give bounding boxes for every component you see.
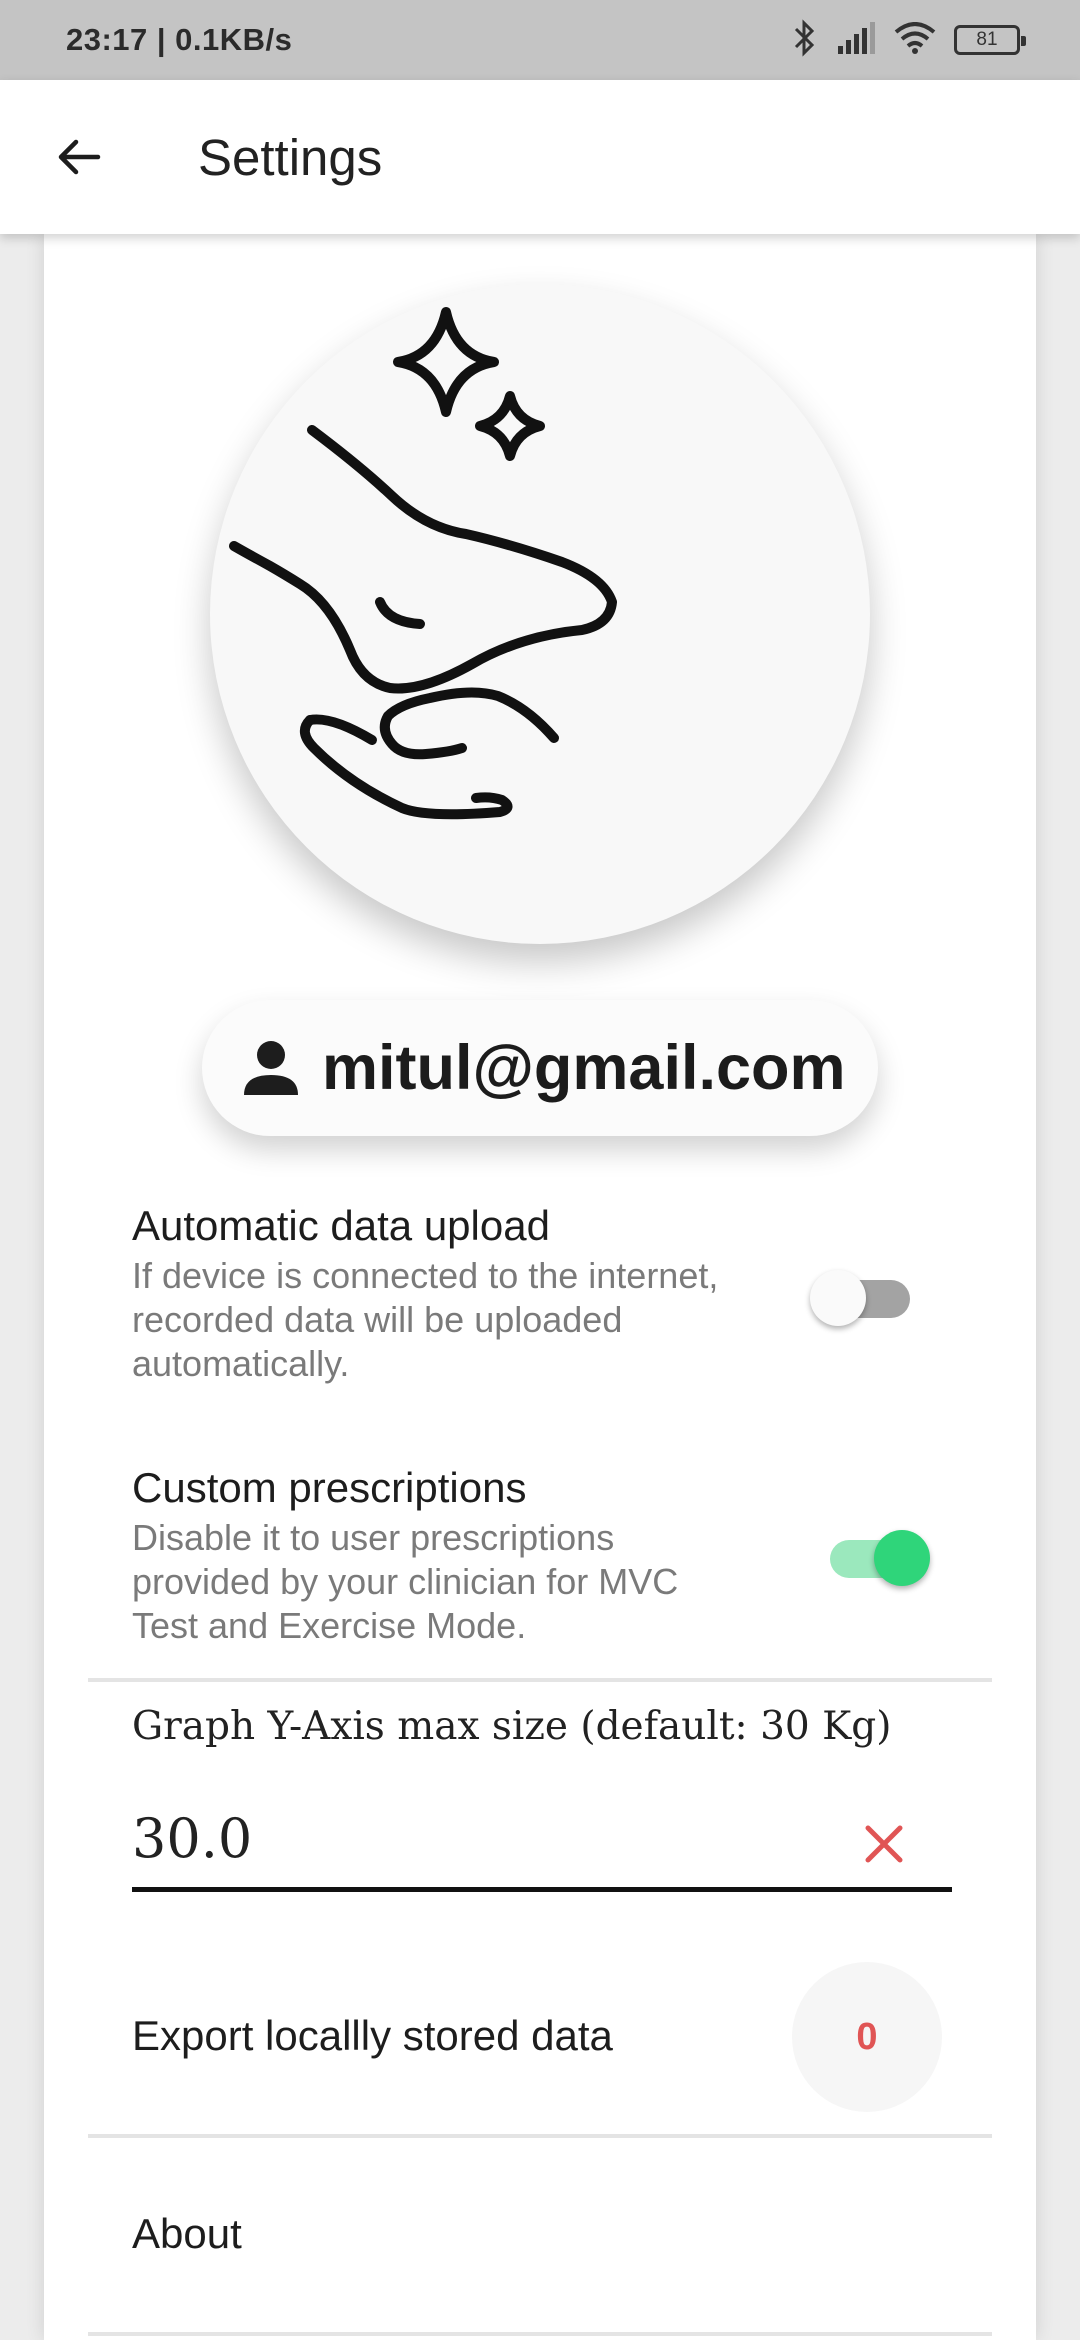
divider [88,2134,992,2138]
clear-button[interactable] [856,1816,912,1872]
bluetooth-icon [792,18,818,62]
settings-card: mitul@gmail.com Automatic data upload If… [44,234,1036,2340]
stored-count-badge: 0 [792,1962,942,2112]
setting-description: Disable it to user prescriptions provide… [132,1517,679,1646]
page-title: Settings [198,128,383,186]
graph-max-input[interactable] [132,1802,952,1892]
divider [88,2332,992,2336]
setting-title: Automatic data upload [132,1202,550,1249]
status-icons: 81 [792,18,1026,62]
person-icon [244,1041,298,1095]
battery-level: 81 [976,29,998,50]
app-logo [210,284,870,944]
about-row[interactable]: About [132,2210,242,2258]
setting-description: If device is connected to the internet, … [132,1255,719,1384]
user-email: mitul@gmail.com [322,1033,846,1103]
battery-icon: 81 [954,25,1026,55]
arrow-left-icon [58,139,101,175]
wifi-icon [894,21,936,59]
app-bar: Settings [0,80,1080,234]
account-chip: mitul@gmail.com [202,1000,878,1136]
divider [88,1678,992,1682]
graph-max-label: Graph Y-Axis max size (default: 30 Kg) [132,1704,892,1749]
setting-title: Custom prescriptions [132,1464,527,1511]
status-bar: 23:17 | 0.1KB/s 81 [0,0,1080,80]
custom-prescriptions-toggle[interactable] [820,1524,930,1586]
back-button[interactable] [40,118,118,196]
foot-care-icon [229,307,617,820]
close-icon [865,1825,903,1863]
export-data-row[interactable]: Export locallly stored data [132,2012,613,2060]
toggle-thumb [810,1270,866,1326]
toggle-thumb [874,1530,930,1586]
automatic-upload-toggle[interactable] [810,1264,920,1326]
status-time: 23:17 | 0.1KB/s [66,22,293,57]
signal-icon [836,21,876,59]
